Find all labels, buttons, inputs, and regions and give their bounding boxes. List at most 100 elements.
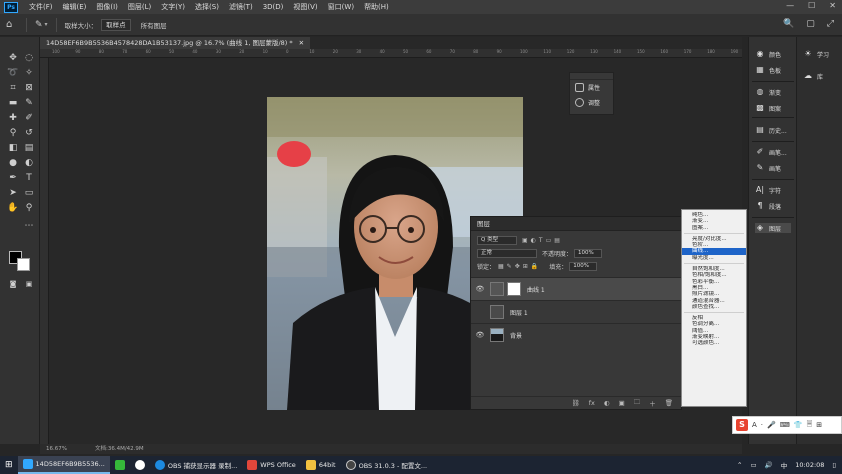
close-icon[interactable]: ✕ (299, 37, 304, 49)
lock-icons[interactable]: ▦✎✥⊞🔒 (498, 263, 541, 270)
network-icon[interactable]: ▭ (750, 461, 756, 469)
frame-tool-icon[interactable]: ⊠ (22, 81, 36, 95)
home-icon[interactable]: ⌂ (6, 19, 18, 31)
properties-panel-button[interactable]: 属性 (570, 80, 613, 95)
fill-input[interactable]: 100% (569, 262, 598, 271)
move-tool-icon[interactable]: ✥ (6, 51, 20, 65)
skin-icon[interactable]: 👕 (794, 421, 803, 429)
dock-layers[interactable]: ◈ 图层 (755, 223, 791, 233)
close-button[interactable]: ✕ (829, 1, 836, 10)
layer-row-background[interactable]: 👁 背景 (471, 323, 681, 346)
microphone-icon[interactable]: 🎤 (767, 421, 776, 429)
taskbar-item-photoshop[interactable]: 14D58EF6B9B5536... (17, 456, 110, 474)
clipboard-icon[interactable]: 🗏 (807, 420, 813, 431)
ime-mode[interactable]: A (752, 421, 757, 429)
path-select-icon[interactable]: ➤ (6, 186, 20, 200)
dock-paragraph[interactable]: ¶ 段落 (755, 201, 781, 211)
taskbar-item-obs-capture[interactable]: OBS 捕获显示器 录制... (150, 456, 242, 474)
eye-icon[interactable]: 👁 (474, 331, 486, 339)
quick-mask-icon[interactable]: ◙ (6, 277, 20, 291)
layer-row-curves[interactable]: 👁 曲线 1 (471, 277, 681, 300)
pen-tool-icon[interactable]: ✒ (6, 171, 20, 185)
start-button[interactable]: ⊞ (0, 456, 18, 474)
filter-icons[interactable]: ▣◐T▭▤ (522, 237, 563, 244)
adjustments-panel-button[interactable]: 调整 (570, 95, 613, 110)
sample-layers-select[interactable]: 所有图层 (141, 20, 167, 30)
fx-icon[interactable]: fx (589, 399, 595, 407)
eyedropper-icon[interactable]: ✎ (35, 20, 43, 30)
share-icon[interactable]: ⤢ (827, 19, 834, 29)
more-tools-icon[interactable]: ⋯ (22, 219, 36, 233)
new-layer-icon[interactable]: ＋ (649, 398, 656, 408)
dock-libraries[interactable]: ☁ 库 (803, 71, 823, 81)
eraser-icon[interactable]: ◧ (6, 141, 20, 155)
menu-window[interactable]: 窗口(W) (323, 2, 359, 12)
ime-punct[interactable]: · (761, 421, 763, 429)
clock[interactable]: 10:02:08 (795, 461, 824, 469)
dock-learn[interactable]: ☀ 学习 (803, 49, 829, 59)
menu-file[interactable]: 文件(F) (24, 2, 58, 12)
chevron-up-icon[interactable]: ⌃ (737, 461, 742, 469)
workspace-icon[interactable]: ▢ (806, 19, 815, 29)
dock-patterns[interactable]: ▩ 图案 (755, 103, 781, 113)
layers-tab[interactable]: 图层 (471, 217, 681, 231)
type-tool-icon[interactable]: T (22, 171, 36, 185)
panel-grip[interactable] (570, 73, 613, 80)
shape-tool-icon[interactable]: ▭ (22, 186, 36, 200)
trash-icon[interactable]: 🗑 (665, 399, 673, 407)
dock-swatches[interactable]: ▦ 色板 (755, 65, 781, 75)
dock-history[interactable]: ▤ 历史... (755, 125, 787, 135)
dock-gradient[interactable]: ◍ 渐变 (755, 87, 782, 97)
menu-type[interactable]: 文字(Y) (156, 2, 190, 12)
screen-mode-icon[interactable]: ▣ (22, 277, 36, 291)
sogou-logo[interactable]: S (736, 419, 748, 431)
healing-brush-icon[interactable]: ✚ (6, 111, 20, 125)
menu-image[interactable]: 图像(I) (91, 2, 123, 12)
blend-mode-select[interactable]: 正常 (477, 249, 537, 258)
notification-icon[interactable]: ▯ (832, 461, 836, 469)
dock-brushes[interactable]: ✎ 画笔 (755, 163, 781, 173)
menu-filter[interactable]: 滤镜(T) (224, 2, 258, 12)
menu-edit[interactable]: 编辑(E) (58, 2, 92, 12)
taskbar-item-obs[interactable]: OBS 31.0.3 - 配置文... (341, 456, 433, 474)
sample-size-select[interactable]: 取样点 (101, 18, 131, 31)
taskbar-item-chrome[interactable] (130, 456, 150, 474)
taskbar-item-wps[interactable]: WPS Office (242, 456, 301, 474)
dock-color[interactable]: ◉ 颜色 (755, 49, 782, 59)
maximize-button[interactable]: ☐ (808, 1, 815, 10)
adjustment-layer-icon[interactable]: ◐ (604, 399, 610, 407)
opacity-input[interactable]: 100% (574, 249, 603, 258)
menu-item-selective-color[interactable]: 可选颜色... (682, 340, 746, 346)
ruler-tool-icon[interactable]: ▬ (6, 96, 20, 110)
dodge-tool-icon[interactable]: ◐ (22, 156, 36, 170)
crop-tool-icon[interactable]: ⌗ (6, 81, 20, 95)
keyboard-icon[interactable]: ⌨ (780, 421, 790, 429)
menu-select[interactable]: 选择(S) (190, 2, 224, 12)
taskbar-item-wechat[interactable] (110, 456, 130, 474)
history-brush-icon[interactable]: ↺ (22, 126, 36, 140)
menu-view[interactable]: 视图(V) (288, 2, 322, 12)
layer-filter-select[interactable]: Q 类型 (477, 236, 517, 245)
eye-icon[interactable]: 👁 (474, 285, 486, 293)
menu-help[interactable]: 帮助(H) (359, 2, 394, 12)
magic-wand-icon[interactable]: ✧ (22, 66, 36, 80)
clone-stamp-icon[interactable]: ⚲ (6, 126, 20, 140)
menu-layer[interactable]: 图层(L) (123, 2, 156, 12)
zoom-tool-icon[interactable]: ⚲ (22, 201, 36, 215)
blur-tool-icon[interactable]: ● (6, 156, 20, 170)
hand-tool-icon[interactable]: ✋ (6, 201, 20, 215)
menu-3d[interactable]: 3D(D) (258, 3, 289, 11)
ime-indicator[interactable]: 中 (781, 460, 788, 470)
volume-icon[interactable]: 🔊 (765, 461, 773, 469)
document-tab[interactable]: 14D58EF6B9B5536B4578428DA1B53137.jpg @ 1… (40, 37, 311, 49)
minimize-button[interactable]: — (786, 1, 794, 10)
link-icon[interactable]: ⛓ (572, 399, 580, 407)
dock-brush-settings[interactable]: ✐ 画笔... (755, 147, 787, 157)
marquee-tool-icon[interactable]: ◌ (22, 51, 36, 65)
layer-mask-thumbnail[interactable] (507, 282, 521, 296)
layer-row-layer1[interactable]: 图层 1 (471, 300, 681, 323)
mask-icon[interactable]: ▣ (619, 399, 625, 407)
dock-character[interactable]: A| 字符 (755, 185, 781, 195)
brush-tool-icon[interactable]: ✐ (22, 111, 36, 125)
lasso-tool-icon[interactable]: ➰ (6, 66, 20, 80)
